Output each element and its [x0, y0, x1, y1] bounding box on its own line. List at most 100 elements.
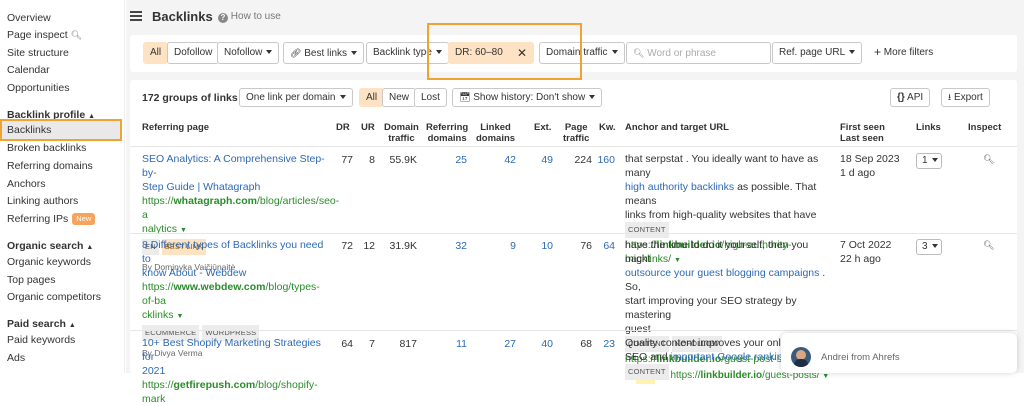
referring-page-title[interactable]: 10+ Best Shopify Marketing Strategies fo… — [142, 336, 332, 378]
referring-page-url[interactable]: https://www.webdew.com/blog/types-of-ba c… — [142, 280, 332, 324]
sidebar-item-site-structure[interactable]: Site structure — [7, 45, 69, 62]
col-header-links[interactable]: Links — [916, 122, 941, 133]
col-header-linked-domains[interactable]: Linked domains — [476, 122, 515, 144]
sidebar-item-overview[interactable]: Overview — [7, 10, 51, 27]
links-count-dropdown[interactable]: 3 — [916, 239, 942, 255]
header-line: domains — [476, 133, 516, 144]
filter-nofollow-dropdown[interactable]: Nofollow — [217, 42, 280, 64]
caret-down-icon[interactable]: ▼ — [176, 313, 183, 320]
col-header-kw[interactable]: Kw. — [599, 122, 616, 133]
ext-value[interactable]: 40 — [523, 338, 553, 350]
col-header-inspect[interactable]: Inspect — [968, 122, 1001, 133]
section-heading-paid-search[interactable]: Paid search ▲ — [7, 318, 76, 330]
referring-domains-value[interactable]: 25 — [437, 154, 467, 166]
anchor-link[interactable]: outsource your guest blogging campaigns — [625, 267, 819, 279]
keywords-value[interactable]: 160 — [585, 154, 615, 166]
search-input[interactable]: 🔍︎ Word or phrase — [626, 42, 771, 64]
referring-page-title[interactable]: 8 Different types of Backlinks you need … — [142, 238, 332, 280]
show-history-dropdown[interactable]: 📅︎ Show history: Don't show — [452, 88, 603, 107]
how-to-use-link[interactable]: ? How to use — [218, 11, 281, 23]
header-line: domains — [427, 133, 467, 144]
dropdown-label: One link per domain — [246, 92, 336, 103]
col-header-ur[interactable]: UR — [361, 122, 375, 133]
sidebar-item-organic-competitors[interactable]: Organic competitors — [7, 289, 101, 306]
referring-page-title[interactable]: SEO Analytics: A Comprehensive Step-by- S… — [142, 152, 332, 194]
col-header-anchor[interactable]: Anchor and target URL — [625, 122, 729, 133]
linked-domains-value[interactable]: 9 — [486, 240, 516, 252]
section-heading-organic-search[interactable]: Organic search ▲ — [7, 240, 93, 252]
col-header-first-last-seen[interactable]: First seen Last seen — [840, 122, 885, 144]
col-header-referring-domains[interactable]: Referring domains — [426, 122, 468, 144]
link-icon: 🔗︎ — [290, 48, 302, 58]
caret-down-icon — [849, 50, 856, 55]
sidebar-item-opportunities[interactable]: Opportunities — [7, 80, 69, 97]
referring-domains-value[interactable]: 32 — [437, 240, 467, 252]
calendar-icon: 📅︎ — [459, 92, 471, 102]
col-header-referring-page[interactable]: Referring page — [142, 122, 209, 133]
section-heading-label: Paid search — [7, 318, 66, 330]
inspect-icon[interactable]: 🔍︎ — [983, 240, 994, 251]
chat-widget[interactable]: Andrei from Ahrefs — [781, 333, 1017, 373]
sidebar-item-top-pages[interactable]: Top pages — [7, 272, 55, 289]
caret-down-icon — [931, 244, 938, 249]
segment-new[interactable]: New — [382, 88, 417, 107]
tag-content: CONTENT — [625, 222, 669, 238]
export-button[interactable]: ⭳ Export — [941, 88, 990, 107]
segment-lost[interactable]: Lost — [414, 88, 447, 107]
referring-page-url[interactable]: https://getfirepush.com/blog/shopify-mar… — [142, 378, 332, 406]
caret-up-icon: ▲ — [68, 322, 76, 329]
keywords-value[interactable]: 23 — [585, 338, 615, 350]
linked-domains-value[interactable]: 27 — [486, 338, 516, 350]
sidebar-item-referring-ips[interactable]: Referring IPs New — [7, 211, 96, 228]
keywords-value[interactable]: 64 — [585, 240, 615, 252]
sidebar-item-ads[interactable]: Ads — [7, 350, 25, 367]
sidebar-item-calendar[interactable]: Calendar — [7, 62, 50, 79]
col-header-page-traffic[interactable]: Page traffic — [563, 122, 589, 144]
sidebar-item-backlinks[interactable]: Backlinks — [7, 122, 51, 139]
referring-domains-value[interactable]: 11 — [437, 338, 467, 350]
sidebar-item-broken-backlinks[interactable]: Broken backlinks — [7, 140, 86, 157]
linked-domains-value[interactable]: 42 — [486, 154, 516, 166]
sidebar-item-page-inspect[interactable]: Page inspect 🔍︎ — [7, 27, 82, 44]
referring-page-cell: 10+ Best Shopify Marketing Strategies fo… — [142, 336, 332, 406]
filter-all-button[interactable]: All — [143, 42, 169, 64]
sidebar-item-anchors[interactable]: Anchors — [7, 176, 46, 193]
more-filters-button[interactable]: + More filters — [868, 42, 940, 64]
row-divider — [130, 233, 1017, 234]
filter-best-links-dropdown[interactable]: 🔗︎ Best links — [283, 42, 365, 64]
filter-ref-page-url-dropdown[interactable]: Ref. page URL — [772, 42, 863, 64]
sidebar-item-label: Page inspect — [7, 29, 68, 41]
anchor-text: start improving your SEO strategy by mas… — [625, 295, 797, 321]
links-count-dropdown[interactable]: 1 — [916, 153, 942, 169]
anchor-link[interactable]: important Google ranking f — [671, 351, 795, 363]
ext-value[interactable]: 49 — [523, 154, 553, 166]
col-header-dr[interactable]: DR — [336, 122, 350, 133]
col-header-domain-traffic[interactable]: Domain traffic — [384, 122, 419, 144]
last-seen: 22 h ago — [840, 253, 881, 265]
anchor-link[interactable]: high authority backlinks — [625, 181, 734, 193]
anchor-text: SEO and — [625, 351, 671, 363]
ur-value: 12 — [363, 240, 375, 252]
segment-all[interactable]: All — [359, 88, 385, 107]
sidebar-item-referring-domains[interactable]: Referring domains — [7, 158, 93, 175]
sidebar-item-linking-authors[interactable]: Linking authors — [7, 193, 78, 210]
menu-icon[interactable] — [130, 11, 142, 21]
search-icon: 🔍︎ — [633, 48, 645, 58]
seen-cell: 7 Oct 2022 22 h ago — [840, 238, 891, 266]
domain-traffic-value: 817 — [399, 338, 417, 350]
inspect-icon[interactable]: 🔍︎ — [983, 154, 994, 165]
anchor-text: that serpstat . You ideally want to have… — [625, 153, 819, 179]
sidebar-item-organic-keywords[interactable]: Organic keywords — [7, 254, 91, 271]
dropdown-label: Ref. page URL — [779, 47, 846, 58]
ext-value[interactable]: 10 — [523, 240, 553, 252]
filter-dofollow-button[interactable]: Dofollow — [167, 42, 220, 64]
header-line: traffic — [388, 133, 415, 144]
sidebar-item-paid-keywords[interactable]: Paid keywords — [7, 332, 75, 349]
api-button[interactable]: {} API — [890, 88, 931, 107]
sidebar: Overview Page inspect 🔍︎ Site structure … — [0, 0, 125, 373]
domain-traffic-value: 55.9K — [389, 154, 417, 166]
referring-page-url[interactable]: https://whatagraph.com/blog/articles/seo… — [142, 194, 339, 238]
caret-down-icon[interactable]: ▼ — [822, 373, 829, 380]
col-header-ext[interactable]: Ext. — [534, 122, 551, 133]
grouping-dropdown[interactable]: One link per domain — [239, 88, 353, 107]
